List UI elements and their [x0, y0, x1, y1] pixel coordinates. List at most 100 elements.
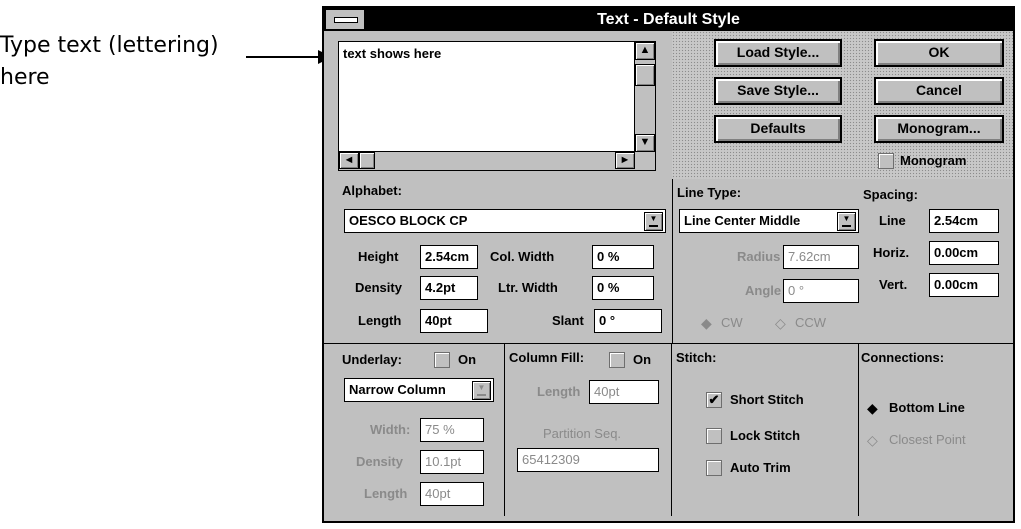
angle-label: Angle [745, 283, 782, 298]
height-field[interactable]: 2.54cm [420, 245, 478, 269]
monogram-checkbox[interactable] [878, 153, 894, 169]
scroll-thumb[interactable] [635, 64, 655, 86]
column-fill-label: Column Fill: [509, 350, 585, 365]
cw-label: CW [721, 315, 743, 330]
chevron-down-icon[interactable]: ▼ [472, 381, 491, 400]
chevron-down-icon[interactable]: ▼ [644, 212, 663, 231]
monogram-button[interactable]: Monogram... [874, 115, 1004, 143]
spacing-label: Spacing: [863, 187, 918, 202]
column-fill-on-label: On [633, 352, 652, 367]
auto-trim-label: Auto Trim [730, 460, 791, 475]
alphabet-panel: Alphabet: OESCO BLOCK CP ▼ Height 2.54cm… [340, 179, 672, 343]
radius-label: Radius [737, 249, 781, 264]
alphabet-label: Alphabet: [342, 183, 402, 198]
partition-label: Partition Seq. [543, 426, 622, 441]
window-title: Text - Default Style [597, 11, 740, 28]
underlay-type-select[interactable]: Narrow Column ▼ [344, 378, 494, 402]
chevron-down-icon[interactable]: ▼ [837, 212, 856, 231]
line-type-panel: Line Type: Line Center Middle ▼ Radius 7… [673, 179, 1013, 343]
defaults-button[interactable]: Defaults [714, 115, 842, 143]
dropdown-arrow: ▼ [649, 214, 658, 223]
underlay-length-label: Length [364, 486, 408, 501]
slant-label: Slant [552, 313, 584, 328]
bottom-line-radio-icon[interactable]: ◆ [867, 400, 878, 416]
column-fill-on-checkbox[interactable] [609, 352, 625, 368]
hscroll-thumb[interactable] [359, 152, 375, 169]
line-type-label: Line Type: [677, 185, 742, 200]
underlay-type-value: Narrow Column [349, 382, 446, 397]
closest-point-label: Closest Point [889, 432, 966, 447]
underlay-length-field[interactable]: 40pt [420, 482, 484, 506]
buttons-panel: Load Style... Save Style... Defaults OK … [672, 31, 1013, 179]
monogram-checkbox-label: Monogram [900, 153, 967, 168]
alphabet-select-value: OESCO BLOCK CP [349, 213, 468, 228]
load-style-button[interactable]: Load Style... [714, 39, 842, 67]
horiz-label: Horiz. [873, 245, 910, 260]
stitch-panel: Stitch: ✔ Short Stitch Lock Stitch Auto … [672, 344, 858, 516]
underlay-width-field[interactable]: 75 % [420, 418, 484, 442]
partition-field[interactable]: 65412309 [517, 448, 659, 472]
angle-field[interactable]: 0 ° [783, 279, 859, 303]
short-stitch-label: Short Stitch [730, 392, 804, 407]
annotation-arrow-line [246, 56, 322, 58]
ltr-width-label: Ltr. Width [498, 280, 558, 295]
column-fill-panel: Column Fill: On Length 40pt Partition Se… [505, 344, 671, 516]
col-width-label: Col. Width [490, 249, 555, 264]
length-label: Length [358, 313, 402, 328]
scroll-left-icon[interactable]: ◄ [339, 152, 359, 169]
underlay-label: Underlay: [342, 352, 402, 367]
vert-field[interactable]: 0.00cm [929, 273, 999, 297]
underlay-density-field[interactable]: 10.1pt [420, 450, 484, 474]
scroll-right-icon[interactable]: ► [615, 152, 635, 169]
vertical-scrollbar[interactable]: ▲ ▼ [634, 42, 655, 152]
col-width-field[interactable]: 0 % [592, 245, 654, 269]
text-area-panel: text shows here ▲ ▼ ◄ ► [324, 31, 672, 179]
stitch-label: Stitch: [676, 350, 717, 365]
dropdown-arrow: ▼ [477, 383, 486, 392]
lock-stitch-label: Lock Stitch [730, 428, 801, 443]
length-field[interactable]: 40pt [420, 309, 488, 333]
line-type-select-value: Line Center Middle [684, 213, 801, 228]
line-type-select[interactable]: Line Center Middle ▼ [679, 209, 859, 233]
ltr-width-field[interactable]: 0 % [592, 276, 654, 300]
height-label: Height [358, 249, 399, 264]
ok-button[interactable]: OK [874, 39, 1004, 67]
title-bar[interactable]: Text - Default Style [324, 8, 1013, 31]
cancel-button[interactable]: Cancel [874, 77, 1004, 105]
text-input-area[interactable]: text shows here ▲ ▼ ◄ ► [338, 41, 656, 171]
ccw-radio-icon[interactable]: ◇ [775, 315, 786, 331]
scroll-up-icon[interactable]: ▲ [635, 42, 655, 60]
dropdown-arrow: ▼ [842, 214, 851, 223]
horizontal-scrollbar[interactable]: ◄ ► [339, 151, 655, 170]
underlay-on-label: On [458, 352, 477, 367]
underlay-density-label: Density [356, 454, 403, 469]
scroll-down-icon[interactable]: ▼ [635, 134, 655, 152]
column-fill-length-field[interactable]: 40pt [589, 380, 659, 404]
ccw-label: CCW [795, 315, 827, 330]
line-field[interactable]: 2.54cm [929, 209, 999, 233]
underlay-on-checkbox[interactable] [434, 352, 450, 368]
save-style-button[interactable]: Save Style... [714, 77, 842, 105]
vert-label: Vert. [879, 277, 908, 292]
text-input-value: text shows here [343, 46, 442, 61]
auto-trim-checkbox[interactable] [706, 460, 722, 476]
closest-point-radio-icon[interactable]: ◇ [867, 432, 878, 448]
connections-label: Connections: [861, 350, 945, 365]
connections-panel: Connections: ◆ Bottom Line ◇ Closest Poi… [859, 344, 1013, 516]
lock-stitch-checkbox[interactable] [706, 428, 722, 444]
underlay-width-label: Width: [370, 422, 411, 437]
short-stitch-checkbox[interactable]: ✔ [706, 392, 722, 408]
cw-radio-icon[interactable]: ◆ [701, 315, 712, 331]
column-fill-length-label: Length [537, 384, 581, 399]
alphabet-select[interactable]: OESCO BLOCK CP ▼ [344, 209, 666, 233]
bottom-line-label: Bottom Line [889, 400, 965, 415]
horiz-field[interactable]: 0.00cm [929, 241, 999, 265]
density-label: Density [355, 280, 402, 295]
radius-field[interactable]: 7.62cm [783, 245, 859, 269]
annotation-text: Type text (lettering) here [0, 33, 219, 90]
line-label: Line [879, 213, 906, 228]
underlay-panel: Underlay: On Narrow Column ▼ Width: 75 %… [340, 344, 502, 516]
slant-field[interactable]: 0 ° [594, 309, 662, 333]
density-field[interactable]: 4.2pt [420, 276, 478, 300]
dialog-client: text shows here ▲ ▼ ◄ ► Load Style... Sa… [324, 31, 1013, 521]
